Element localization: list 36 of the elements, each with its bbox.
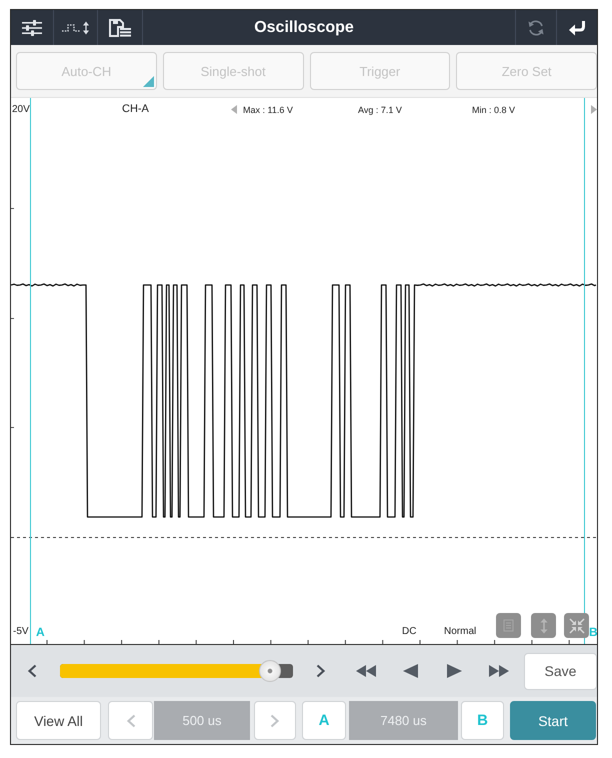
chevron-left-icon[interactable]	[27, 664, 37, 678]
coupling-label: DC	[402, 627, 416, 637]
cursor-span-display: 7480 us	[349, 701, 458, 740]
reading-label: Max : 11.6 V	[243, 106, 293, 115]
reading-label: Min : 0.8 V	[472, 106, 516, 115]
refresh-icon	[527, 18, 545, 36]
page-icon	[503, 619, 514, 632]
cursor-label: A	[36, 626, 45, 638]
slider-track[interactable]	[60, 660, 293, 682]
trigger-mode-label: Normal	[444, 627, 476, 637]
scale-label: -5V	[13, 627, 29, 637]
window-title: Oscilloscope	[254, 18, 354, 36]
view-all-button[interactable]: View All	[16, 701, 101, 740]
vertical-arrows-icon	[540, 618, 548, 634]
scale-label: 20V	[12, 105, 30, 115]
chevron-right-icon[interactable]	[316, 664, 326, 678]
compress-arrows-icon	[568, 618, 584, 634]
chevron-right-icon	[270, 714, 280, 728]
reading-label: Avg : 7.1 V	[358, 106, 402, 115]
cursor-b-button[interactable]: B	[461, 701, 504, 740]
wave-arrows-icon	[62, 20, 90, 34]
sliders-icon	[22, 20, 42, 36]
fast-forward-icon[interactable]	[489, 665, 509, 677]
return-arrow-icon	[568, 20, 586, 36]
play-icon[interactable]	[447, 664, 462, 678]
reverse-play-icon[interactable]	[403, 664, 418, 678]
timebase-display: 500 us	[154, 701, 250, 740]
start-button[interactable]: Start	[510, 701, 596, 740]
rewind-icon[interactable]	[356, 665, 376, 677]
save-button[interactable]: Save	[524, 652, 597, 690]
channel-label: CH-A	[122, 104, 149, 115]
slider-thumb[interactable]	[258, 660, 281, 682]
cursor-label: B	[589, 626, 597, 638]
chevron-left-icon	[126, 714, 136, 728]
floppy-list-icon	[109, 18, 131, 36]
cursor-a-button[interactable]: A	[302, 701, 346, 740]
